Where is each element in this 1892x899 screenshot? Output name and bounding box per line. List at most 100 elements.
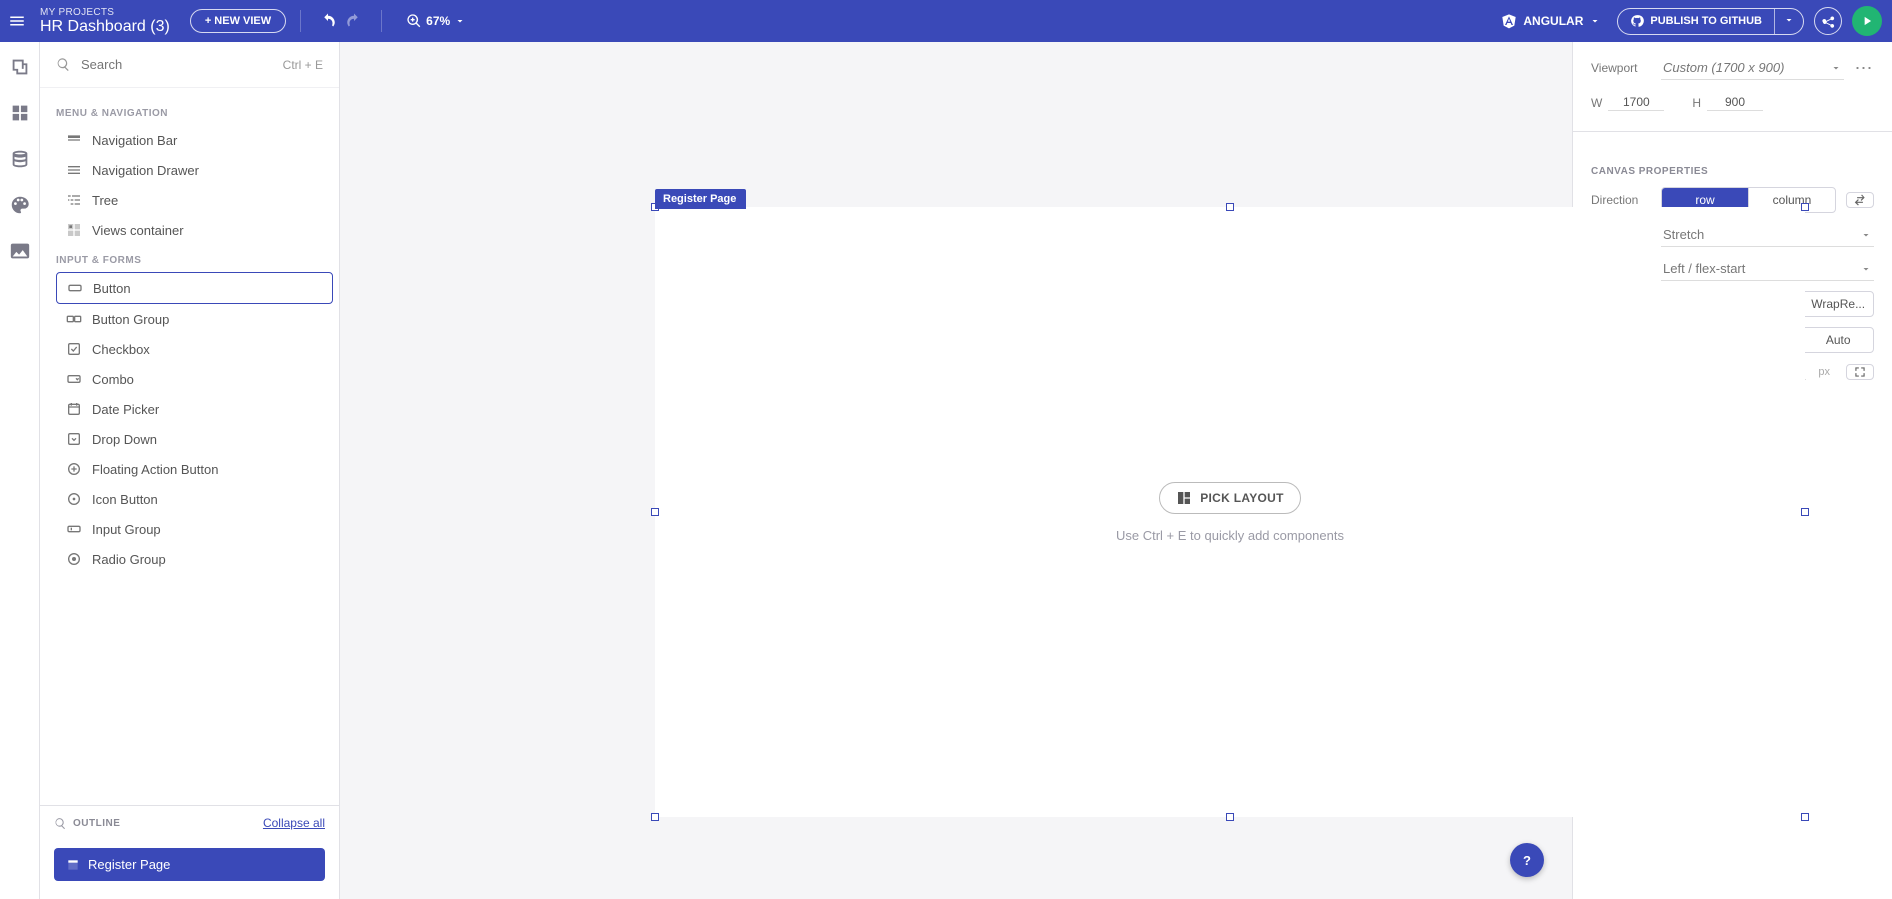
comp-radio-group[interactable]: Radio Group: [56, 544, 333, 574]
height-input[interactable]: [1707, 94, 1763, 111]
resize-handle[interactable]: [1801, 203, 1809, 211]
comp-label: Radio Group: [92, 552, 166, 567]
auto-button[interactable]: Auto: [1802, 328, 1873, 352]
collapse-all-link[interactable]: Collapse all: [263, 816, 325, 830]
divider: [1573, 131, 1892, 132]
rail-data[interactable]: [9, 148, 31, 170]
help-button[interactable]: ?: [1510, 843, 1544, 877]
comp-date-picker[interactable]: Date Picker: [56, 394, 333, 424]
viewport-label: Viewport: [1591, 61, 1651, 75]
comp-button[interactable]: Button: [56, 272, 333, 304]
outline-label: OUTLINE: [73, 818, 120, 829]
framework-name: ANGULAR: [1523, 14, 1583, 28]
pick-layout-button[interactable]: PICK LAYOUT: [1159, 482, 1301, 514]
divider: [381, 10, 382, 32]
resize-handle[interactable]: [1801, 813, 1809, 821]
rail-assets[interactable]: [9, 240, 31, 262]
comp-input-group[interactable]: Input Group: [56, 514, 333, 544]
section-menu-nav: MENU & NAVIGATION: [56, 108, 333, 119]
comp-views-container[interactable]: Views container: [56, 215, 333, 245]
chevron-down-icon: [1783, 14, 1795, 26]
swap-icon: [1853, 193, 1867, 207]
comp-tree[interactable]: Tree: [56, 185, 333, 215]
valign-select[interactable]: Stretch: [1661, 223, 1874, 247]
outline-register-page[interactable]: Register Page: [54, 848, 325, 881]
resize-handle[interactable]: [651, 813, 659, 821]
redo-button: [341, 8, 367, 34]
search-icon: [54, 817, 67, 830]
comp-label: Checkbox: [92, 342, 150, 357]
outline-item-label: Register Page: [88, 857, 170, 872]
comp-drop-down[interactable]: Drop Down: [56, 424, 333, 454]
comp-label: Combo: [92, 372, 134, 387]
outline-panel: OUTLINE Collapse all Register Page: [40, 805, 339, 899]
canvas-area[interactable]: Register Page PICK LAYOUT Use Ctrl + E t…: [340, 42, 1572, 899]
more-button[interactable]: ⋯: [1854, 64, 1874, 72]
layout-icon: [1176, 490, 1192, 506]
page-tag[interactable]: Register Page: [655, 189, 746, 209]
direction-label: Direction: [1591, 193, 1651, 207]
halign-select[interactable]: Left / flex-start: [1661, 257, 1874, 281]
divider: [300, 10, 301, 32]
comp-label: Views container: [92, 223, 184, 238]
wrapreverse-button[interactable]: WrapRe...: [1802, 292, 1873, 316]
comp-button-group[interactable]: Button Group: [56, 304, 333, 334]
viewport-select[interactable]: Custom (1700 x 900): [1661, 56, 1844, 80]
width-label: W: [1591, 96, 1602, 110]
play-icon: [1860, 14, 1874, 28]
canvas-properties-title: CANVAS PROPERTIES: [1591, 166, 1874, 177]
comp-fab[interactable]: Floating Action Button: [56, 454, 333, 484]
height-label: H: [1692, 96, 1701, 110]
page-icon: [66, 858, 80, 872]
undo-button[interactable]: [315, 8, 341, 34]
comp-navigation-bar[interactable]: Navigation Bar: [56, 125, 333, 155]
comp-navigation-drawer[interactable]: Navigation Drawer: [56, 155, 333, 185]
github-icon: [1630, 14, 1644, 28]
width-input[interactable]: [1608, 94, 1664, 111]
gap-link-button[interactable]: [1846, 364, 1874, 380]
breadcrumb[interactable]: MY PROJECTS: [40, 7, 170, 18]
rail-theme[interactable]: [9, 194, 31, 216]
viewport-value: Custom (1700 x 900): [1663, 60, 1784, 75]
zoom-control[interactable]: 67%: [406, 13, 466, 29]
comp-checkbox[interactable]: Checkbox: [56, 334, 333, 364]
canvas-hint: Use Ctrl + E to quickly add components: [1116, 528, 1344, 543]
resize-handle[interactable]: [651, 508, 659, 516]
chevron-down-icon: [1860, 229, 1872, 241]
search-input[interactable]: [79, 56, 275, 73]
zoom-icon: [406, 13, 422, 29]
expand-icon: [1853, 365, 1867, 379]
rail-components[interactable]: [9, 102, 31, 124]
section-input-forms: INPUT & FORMS: [56, 255, 333, 266]
resize-handle[interactable]: [1226, 203, 1234, 211]
new-view-button[interactable]: + NEW VIEW: [190, 9, 286, 33]
preview-button[interactable]: [1852, 6, 1882, 36]
comp-label: Drop Down: [92, 432, 157, 447]
comp-label: Navigation Bar: [92, 133, 177, 148]
menu-button[interactable]: [0, 0, 34, 42]
valign-value: Stretch: [1663, 227, 1704, 242]
comp-icon-button[interactable]: Icon Button: [56, 484, 333, 514]
search-icon: [56, 57, 71, 72]
project-block: MY PROJECTS HR Dashboard (3): [40, 7, 170, 36]
components-list[interactable]: MENU & NAVIGATION Navigation Bar Navigat…: [40, 88, 339, 805]
framework-selector[interactable]: ANGULAR: [1501, 13, 1601, 29]
comp-combo[interactable]: Combo: [56, 364, 333, 394]
top-bar: MY PROJECTS HR Dashboard (3) + NEW VIEW …: [0, 0, 1892, 42]
comp-label: Tree: [92, 193, 118, 208]
comp-label: Date Picker: [92, 402, 159, 417]
resize-handle[interactable]: [1226, 813, 1234, 821]
halign-value: Left / flex-start: [1663, 261, 1745, 276]
publish-dropdown[interactable]: [1774, 9, 1803, 34]
share-button[interactable]: [1814, 7, 1842, 35]
rail-pages[interactable]: [9, 56, 31, 78]
gap-unit: px: [1818, 366, 1830, 378]
publish-button[interactable]: PUBLISH TO GITHUB: [1618, 9, 1774, 33]
resize-handle[interactable]: [1801, 508, 1809, 516]
canvas-page[interactable]: PICK LAYOUT Use Ctrl + E to quickly add …: [655, 207, 1805, 817]
swap-axes-button[interactable]: [1846, 192, 1874, 208]
search-shortcut: Ctrl + E: [283, 58, 323, 72]
comp-label: Icon Button: [92, 492, 158, 507]
comp-label: Button Group: [92, 312, 169, 327]
tool-rail: [0, 42, 40, 899]
